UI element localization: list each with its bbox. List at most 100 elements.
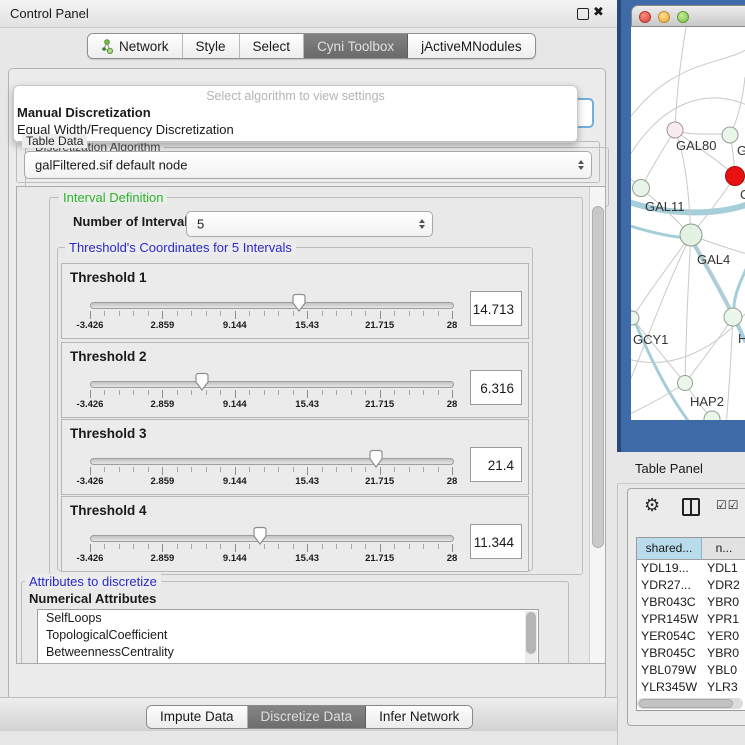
column-header-1[interactable]: shared... [637, 538, 702, 559]
slider-tick [336, 467, 337, 472]
table-row[interactable]: YPR145WYPR1 [637, 611, 745, 628]
mac-minimize-button[interactable] [658, 11, 670, 23]
cell-shared-name: YBR043C [637, 594, 701, 611]
network-edge[interactable] [641, 130, 675, 188]
algorithm-options-list: Manual DiscretizationEqual Width/Frequen… [17, 104, 574, 138]
slider-tick [380, 544, 381, 552]
node-label-ga: GA [737, 143, 745, 158]
bottom-tab-infer-network[interactable]: Infer Network [366, 706, 472, 728]
slider-tick [104, 390, 105, 395]
control-panel-titlebar: Control Panel ✖ [0, 0, 617, 28]
table-row[interactable]: YLR345WYLR3 [637, 679, 745, 696]
attribute-item-betweennesscentrality[interactable]: BetweennessCentrality [38, 644, 538, 661]
mac-zoom-button[interactable] [677, 11, 689, 23]
network-window-titlebar[interactable] [631, 5, 745, 27]
network-edge-highlighted[interactable] [734, 259, 745, 311]
cell-shared-name: YLR345W [637, 679, 701, 696]
cell-shared-name: YBL079W [637, 662, 701, 679]
slider-tick [264, 390, 265, 395]
network-edge[interactable] [675, 27, 687, 130]
slider-thumb[interactable] [194, 372, 210, 392]
table-row[interactable]: YBL079WYBL0 [637, 662, 745, 679]
table-row[interactable]: YBR043CYBR0 [637, 594, 745, 611]
slider-tick [264, 311, 265, 316]
mac-close-button[interactable] [639, 11, 651, 23]
network-node-hap2[interactable] [678, 376, 693, 391]
algorithm-option-manual-discretization[interactable]: Manual Discretization [17, 104, 574, 121]
slider-track[interactable] [90, 458, 454, 465]
table-row[interactable]: YER054CYER0 [637, 628, 745, 645]
threshold-value-field[interactable]: 21.4 [470, 447, 522, 482]
network-node-right-mid[interactable] [724, 308, 742, 326]
attributes-list-scrollbar[interactable] [525, 611, 537, 663]
network-edge[interactable] [631, 235, 691, 397]
network-edge[interactable] [631, 383, 685, 417]
table-horizontal-scrollbar[interactable] [637, 698, 743, 709]
network-edge[interactable] [685, 235, 691, 383]
tab-cyni-toolbox[interactable]: Cyni Toolbox [304, 34, 408, 58]
cell-shared-name: YDL19... [637, 560, 701, 577]
slider-tick [235, 311, 236, 319]
slider-tick [148, 467, 149, 472]
float-panel-icon[interactable] [577, 8, 589, 20]
tab-network[interactable]: Network [88, 34, 183, 58]
numerical-attributes-list[interactable]: SelfLoopsTopologicalCoefficientBetweenne… [37, 609, 539, 664]
scrollbar-thumb[interactable] [639, 699, 733, 708]
tab-select[interactable]: Select [240, 34, 305, 58]
tab-style[interactable]: Style [183, 34, 240, 58]
settings-vertical-scrollbar[interactable] [589, 187, 605, 663]
slider-thumb[interactable] [291, 293, 307, 313]
network-edge[interactable] [730, 77, 745, 135]
scrollbar-thumb[interactable] [592, 206, 604, 548]
number-of-intervals-combobox[interactable]: 5 [186, 211, 433, 237]
network-node-gal4[interactable] [680, 224, 702, 246]
threshold-value-field[interactable]: 11.344 [470, 524, 522, 559]
slider-thumb[interactable] [252, 526, 268, 546]
table-data-combobox[interactable]: galFiltered.sif default node [24, 151, 592, 179]
close-panel-icon[interactable]: ✖ [593, 5, 604, 20]
threshold-value-field[interactable]: 6.316 [470, 370, 522, 405]
bottom-tab-impute-data[interactable]: Impute Data [147, 706, 248, 728]
table-row[interactable]: YDL19...YDL1 [637, 560, 745, 577]
slider-tick [235, 467, 236, 475]
algorithm-option-equal-width-frequency-discretization[interactable]: Equal Width/Frequency Discretization [17, 121, 574, 138]
scrollbar-thumb[interactable] [526, 612, 536, 654]
slider-track[interactable] [90, 302, 454, 309]
threshold-label: Threshold 1 [70, 270, 147, 285]
slider-tick [119, 467, 120, 472]
network-edge[interactable] [685, 317, 733, 383]
network-view-canvas[interactable]: GAL80GAGAL11CGAL4GCY1HHAP2 [631, 27, 745, 420]
slider-tick-label: 28 [447, 476, 458, 487]
network-edge[interactable] [632, 235, 691, 318]
node-attribute-table[interactable]: shared...n... YDL19...YDL1YDR27...YDR2YB… [636, 537, 745, 711]
select-columns-icon[interactable]: ☑☑ [716, 498, 740, 512]
attribute-item-selfloops[interactable]: SelfLoops [38, 610, 538, 627]
network-node-top-right[interactable] [722, 127, 738, 143]
slider-tick-label: 21.715 [365, 399, 394, 410]
tab-label: Network [119, 39, 169, 54]
column-header-2[interactable]: n... [702, 538, 745, 559]
slider-tick [307, 390, 308, 398]
threshold-value-field[interactable]: 14.713 [470, 291, 522, 326]
slider-tick [394, 311, 395, 316]
network-node-gcy1[interactable] [631, 311, 639, 325]
tab-jactivemnodules[interactable]: jActiveMNodules [408, 34, 535, 58]
threshold-label: Threshold 3 [70, 426, 147, 441]
network-node-red-selected[interactable] [726, 167, 745, 186]
column-layout-icon[interactable] [682, 498, 700, 516]
slider-track[interactable] [90, 381, 454, 388]
table-settings-gear-icon[interactable]: ⚙ [644, 495, 660, 516]
network-node-pink[interactable] [667, 122, 683, 138]
slider-tick [133, 467, 134, 472]
slider-thumb[interactable] [368, 449, 384, 469]
bottom-tab-discretize-data[interactable]: Discretize Data [248, 706, 367, 728]
slider-tick [235, 544, 236, 552]
network-edge[interactable] [631, 47, 745, 127]
slider-tick [423, 467, 424, 472]
slider-track[interactable] [90, 535, 454, 542]
table-row[interactable]: YBR045CYBR0 [637, 645, 745, 662]
network-node-gal11[interactable] [633, 180, 650, 197]
attribute-item-topologicalcoefficient[interactable]: TopologicalCoefficient [38, 627, 538, 644]
table-row[interactable]: YDR27...YDR2 [637, 577, 745, 594]
node-label-gal4: GAL4 [697, 252, 730, 267]
